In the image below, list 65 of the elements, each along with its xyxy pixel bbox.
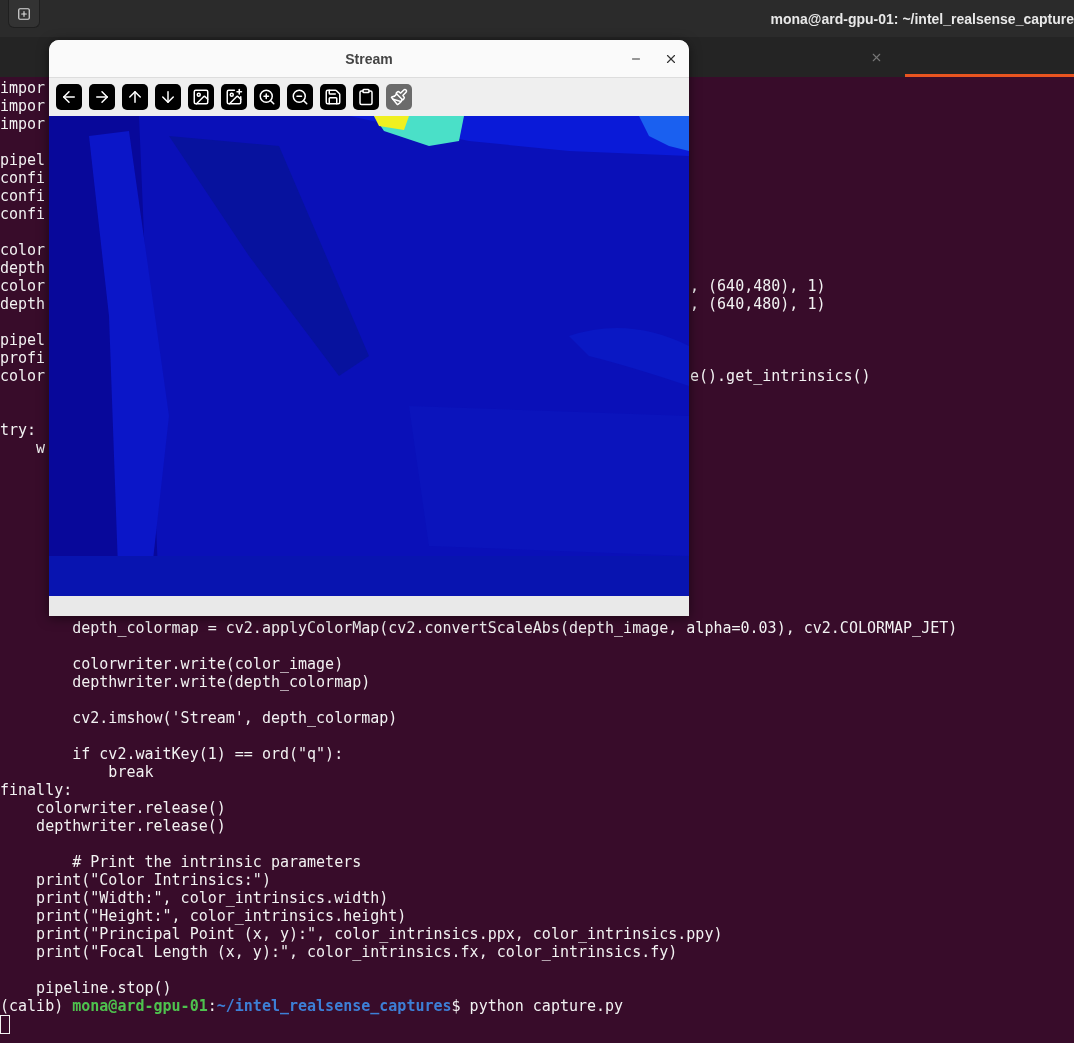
code-line: print("Color Intrinsics:") bbox=[35, 871, 271, 889]
code-line: color bbox=[0, 367, 46, 385]
toolbar-button[interactable] bbox=[221, 84, 247, 110]
code-line: depthwriter.release() bbox=[35, 817, 226, 835]
code-line: impor bbox=[0, 115, 46, 133]
prompt-user: mona@ard-gpu-01 bbox=[72, 997, 208, 1015]
toolbar-button[interactable] bbox=[320, 84, 346, 110]
toolbar-button[interactable] bbox=[56, 84, 82, 110]
paintbrush-icon bbox=[390, 88, 408, 106]
zoom-in-icon bbox=[258, 88, 276, 106]
prompt-path: ~/intel_realsense_captures bbox=[216, 997, 452, 1015]
code-line: confi bbox=[0, 187, 46, 205]
code-line: impor bbox=[0, 79, 46, 97]
code-line: depth bbox=[0, 295, 46, 313]
code-line: break bbox=[107, 763, 154, 781]
code-line: colorwriter.write(color_image) bbox=[71, 655, 344, 673]
code-line-end: e().get_intrinsics() bbox=[690, 367, 871, 385]
code-line: confi bbox=[0, 169, 46, 187]
code-line: pipel bbox=[0, 151, 46, 169]
text-cursor bbox=[0, 1015, 10, 1034]
code-line: color bbox=[0, 277, 46, 295]
code-line: print("Height:", color_intrinsics.height) bbox=[35, 907, 407, 925]
window-title: mona@ard-gpu-01: ~/intel_realsense_capture bbox=[770, 10, 1074, 27]
code-line: pipeline.stop() bbox=[35, 979, 172, 997]
code-line: print("Width:", color_intrinsics.width) bbox=[35, 889, 389, 907]
new-tab-button[interactable] bbox=[8, 0, 40, 28]
code-line-end: , (640,480), 1) bbox=[690, 277, 826, 295]
toolbar-button[interactable] bbox=[122, 84, 148, 110]
code-line: impor bbox=[0, 97, 46, 115]
zoom-out-icon bbox=[291, 88, 309, 106]
code-line: depthwriter.write(depth_colormap) bbox=[71, 673, 371, 691]
clipboard-icon bbox=[357, 88, 375, 106]
prompt-separator: : bbox=[207, 997, 217, 1015]
stream-window-title: Stream bbox=[345, 50, 393, 67]
code-line: colorwriter.release() bbox=[35, 799, 226, 817]
close-icon bbox=[664, 52, 678, 66]
toolbar-button[interactable] bbox=[287, 84, 313, 110]
code-line: print("Focal Length (x, y):", color_intrinsics.fx, color_intrinsics.fy) bbox=[35, 943, 678, 961]
code-line: profi bbox=[0, 349, 46, 367]
arrow-down-icon bbox=[159, 88, 177, 106]
code-line-end: , (640,480), 1) bbox=[690, 295, 826, 313]
save-icon bbox=[324, 88, 342, 106]
code-line: confi bbox=[0, 205, 46, 223]
toolbar-button[interactable] bbox=[353, 84, 379, 110]
prompt-command: $ python capture.py bbox=[451, 997, 624, 1015]
toolbar-button[interactable] bbox=[89, 84, 115, 110]
code-line: print("Principal Point (x, y):", color_intrinsics.ppx, color_intrinsics.ppy) bbox=[35, 925, 723, 943]
image-icon bbox=[192, 88, 210, 106]
new-tab-icon bbox=[17, 6, 31, 21]
code-line: pipel bbox=[0, 331, 46, 349]
code-line: try: bbox=[0, 421, 37, 439]
image-plus-icon bbox=[225, 88, 243, 106]
arrow-right-icon bbox=[93, 88, 111, 106]
code-line: w bbox=[35, 439, 46, 457]
toolbar-button[interactable] bbox=[254, 84, 280, 110]
code-line: if cv2.waitKey(1) == ord("q"): bbox=[71, 745, 344, 763]
toolbar-button[interactable] bbox=[188, 84, 214, 110]
code-line: cv2.imshow('Stream', depth_colormap) bbox=[71, 709, 398, 727]
code-line: depth bbox=[0, 259, 46, 277]
code-line: # Print the intrinsic parameters bbox=[71, 853, 362, 871]
prompt-env: (calib) bbox=[0, 997, 65, 1015]
code-line: finally: bbox=[0, 781, 73, 799]
code-line: depth_colormap = cv2.applyColorMap(cv2.convertScaleAbs(depth_image, alpha=0.03), cv2.COLORMAP_JET) bbox=[71, 619, 958, 637]
toolbar-button[interactable] bbox=[155, 84, 181, 110]
code-line: color bbox=[0, 241, 46, 259]
